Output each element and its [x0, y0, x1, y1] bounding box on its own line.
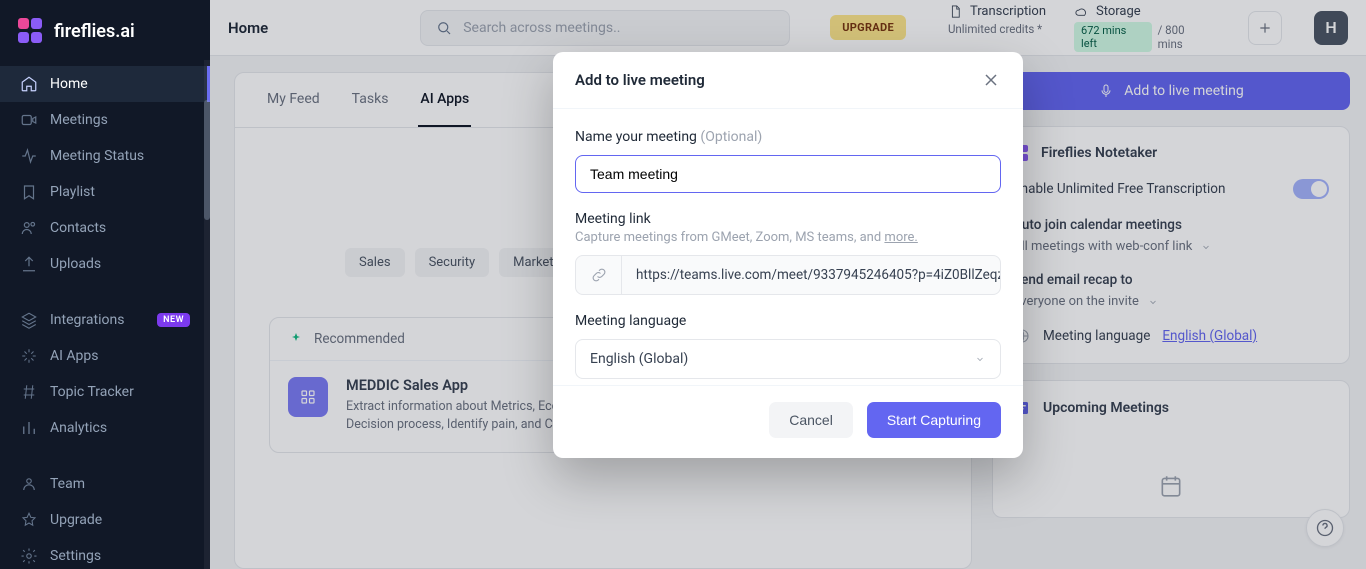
sidebar-item-meetings[interactable]: Meetings	[0, 102, 210, 138]
sparkle-icon	[20, 347, 38, 365]
home-icon	[20, 75, 38, 93]
sidebar-item-ai-apps[interactable]: AI Apps	[0, 338, 210, 374]
sidebar-item-label: Settings	[50, 548, 101, 564]
sidebar-item-label: Home	[50, 76, 88, 92]
sidebar-item-uploads[interactable]: Uploads	[0, 246, 210, 282]
gear-icon	[20, 547, 38, 565]
bookmark-icon	[20, 183, 38, 201]
cancel-button[interactable]: Cancel	[769, 402, 853, 438]
sidebar-item-meeting-status[interactable]: Meeting Status	[0, 138, 210, 174]
sidebar-item-label: Topic Tracker	[50, 384, 134, 400]
sidebar-item-analytics[interactable]: Analytics	[0, 410, 210, 446]
nav-footer: Team Upgrade Settings	[0, 462, 210, 569]
upload-icon	[20, 255, 38, 273]
sidebar-item-settings[interactable]: Settings	[0, 538, 210, 569]
brand-logo[interactable]: fireflies.ai	[0, 12, 210, 62]
add-to-live-meeting-modal: Add to live meeting Name your meeting (O…	[553, 52, 1023, 458]
meeting-language-select[interactable]: English (Global)	[575, 339, 1001, 379]
sidebar-item-label: Playlist	[50, 184, 95, 200]
sidebar-item-label: Upgrade	[50, 512, 102, 528]
sidebar-item-label: Meetings	[50, 112, 108, 128]
modal-title: Add to live meeting	[575, 71, 705, 89]
sidebar-item-topic-tracker[interactable]: Topic Tracker	[0, 374, 210, 410]
meeting-link-input[interactable]: https://teams.live.com/meet/933794524640…	[575, 255, 1001, 295]
meeting-link-label: Meeting link	[575, 211, 1001, 227]
sidebar-item-label: AI Apps	[50, 348, 99, 364]
nav-primary: Home Meetings Meeting Status Playlist Contac…	[0, 62, 210, 286]
team-icon	[20, 475, 38, 493]
nav-secondary: Integrations NEW AI Apps Topic Tracker Analy…	[0, 298, 210, 450]
logo-icon	[18, 18, 44, 44]
layers-icon	[20, 311, 38, 329]
chevron-down-icon	[974, 353, 986, 365]
sidebar-item-contacts[interactable]: Contacts	[0, 210, 210, 246]
hash-icon	[20, 383, 38, 401]
start-capturing-button[interactable]: Start Capturing	[867, 402, 1001, 438]
new-badge: NEW	[157, 313, 190, 327]
modal-overlay[interactable]: Add to live meeting Name your meeting (O…	[210, 0, 1366, 569]
meeting-language-field-label: Meeting language	[575, 313, 1001, 329]
sidebar-item-label: Meeting Status	[50, 148, 144, 164]
sidebar-item-label: Analytics	[50, 420, 107, 436]
video-icon	[20, 111, 38, 129]
close-icon[interactable]	[981, 70, 1001, 90]
star-icon	[20, 511, 38, 529]
users-icon	[20, 219, 38, 237]
brand-name: fireflies.ai	[54, 21, 135, 42]
sidebar-item-team[interactable]: Team	[0, 466, 210, 502]
sidebar-item-label: Integrations	[50, 312, 124, 328]
sidebar-item-playlist[interactable]: Playlist	[0, 174, 210, 210]
sidebar-item-home[interactable]: Home	[0, 66, 210, 102]
sidebar-item-upgrade[interactable]: Upgrade	[0, 502, 210, 538]
sidebar-item-label: Uploads	[50, 256, 101, 272]
link-icon	[590, 266, 608, 284]
sidebar-item-label: Team	[50, 476, 85, 492]
sidebar-item-integrations[interactable]: Integrations NEW	[0, 302, 210, 338]
meeting-name-input[interactable]	[575, 155, 1001, 193]
meeting-name-label: Name your meeting (Optional)	[575, 129, 1001, 145]
activity-icon	[20, 147, 38, 165]
more-link[interactable]: more.	[884, 230, 917, 245]
sidebar-item-label: Contacts	[50, 220, 106, 236]
bars-icon	[20, 419, 38, 437]
sidebar: fireflies.ai Home Meetings Meeting Status P…	[0, 0, 210, 569]
meeting-link-hint: Capture meetings from GMeet, Zoom, MS te…	[575, 230, 1001, 245]
